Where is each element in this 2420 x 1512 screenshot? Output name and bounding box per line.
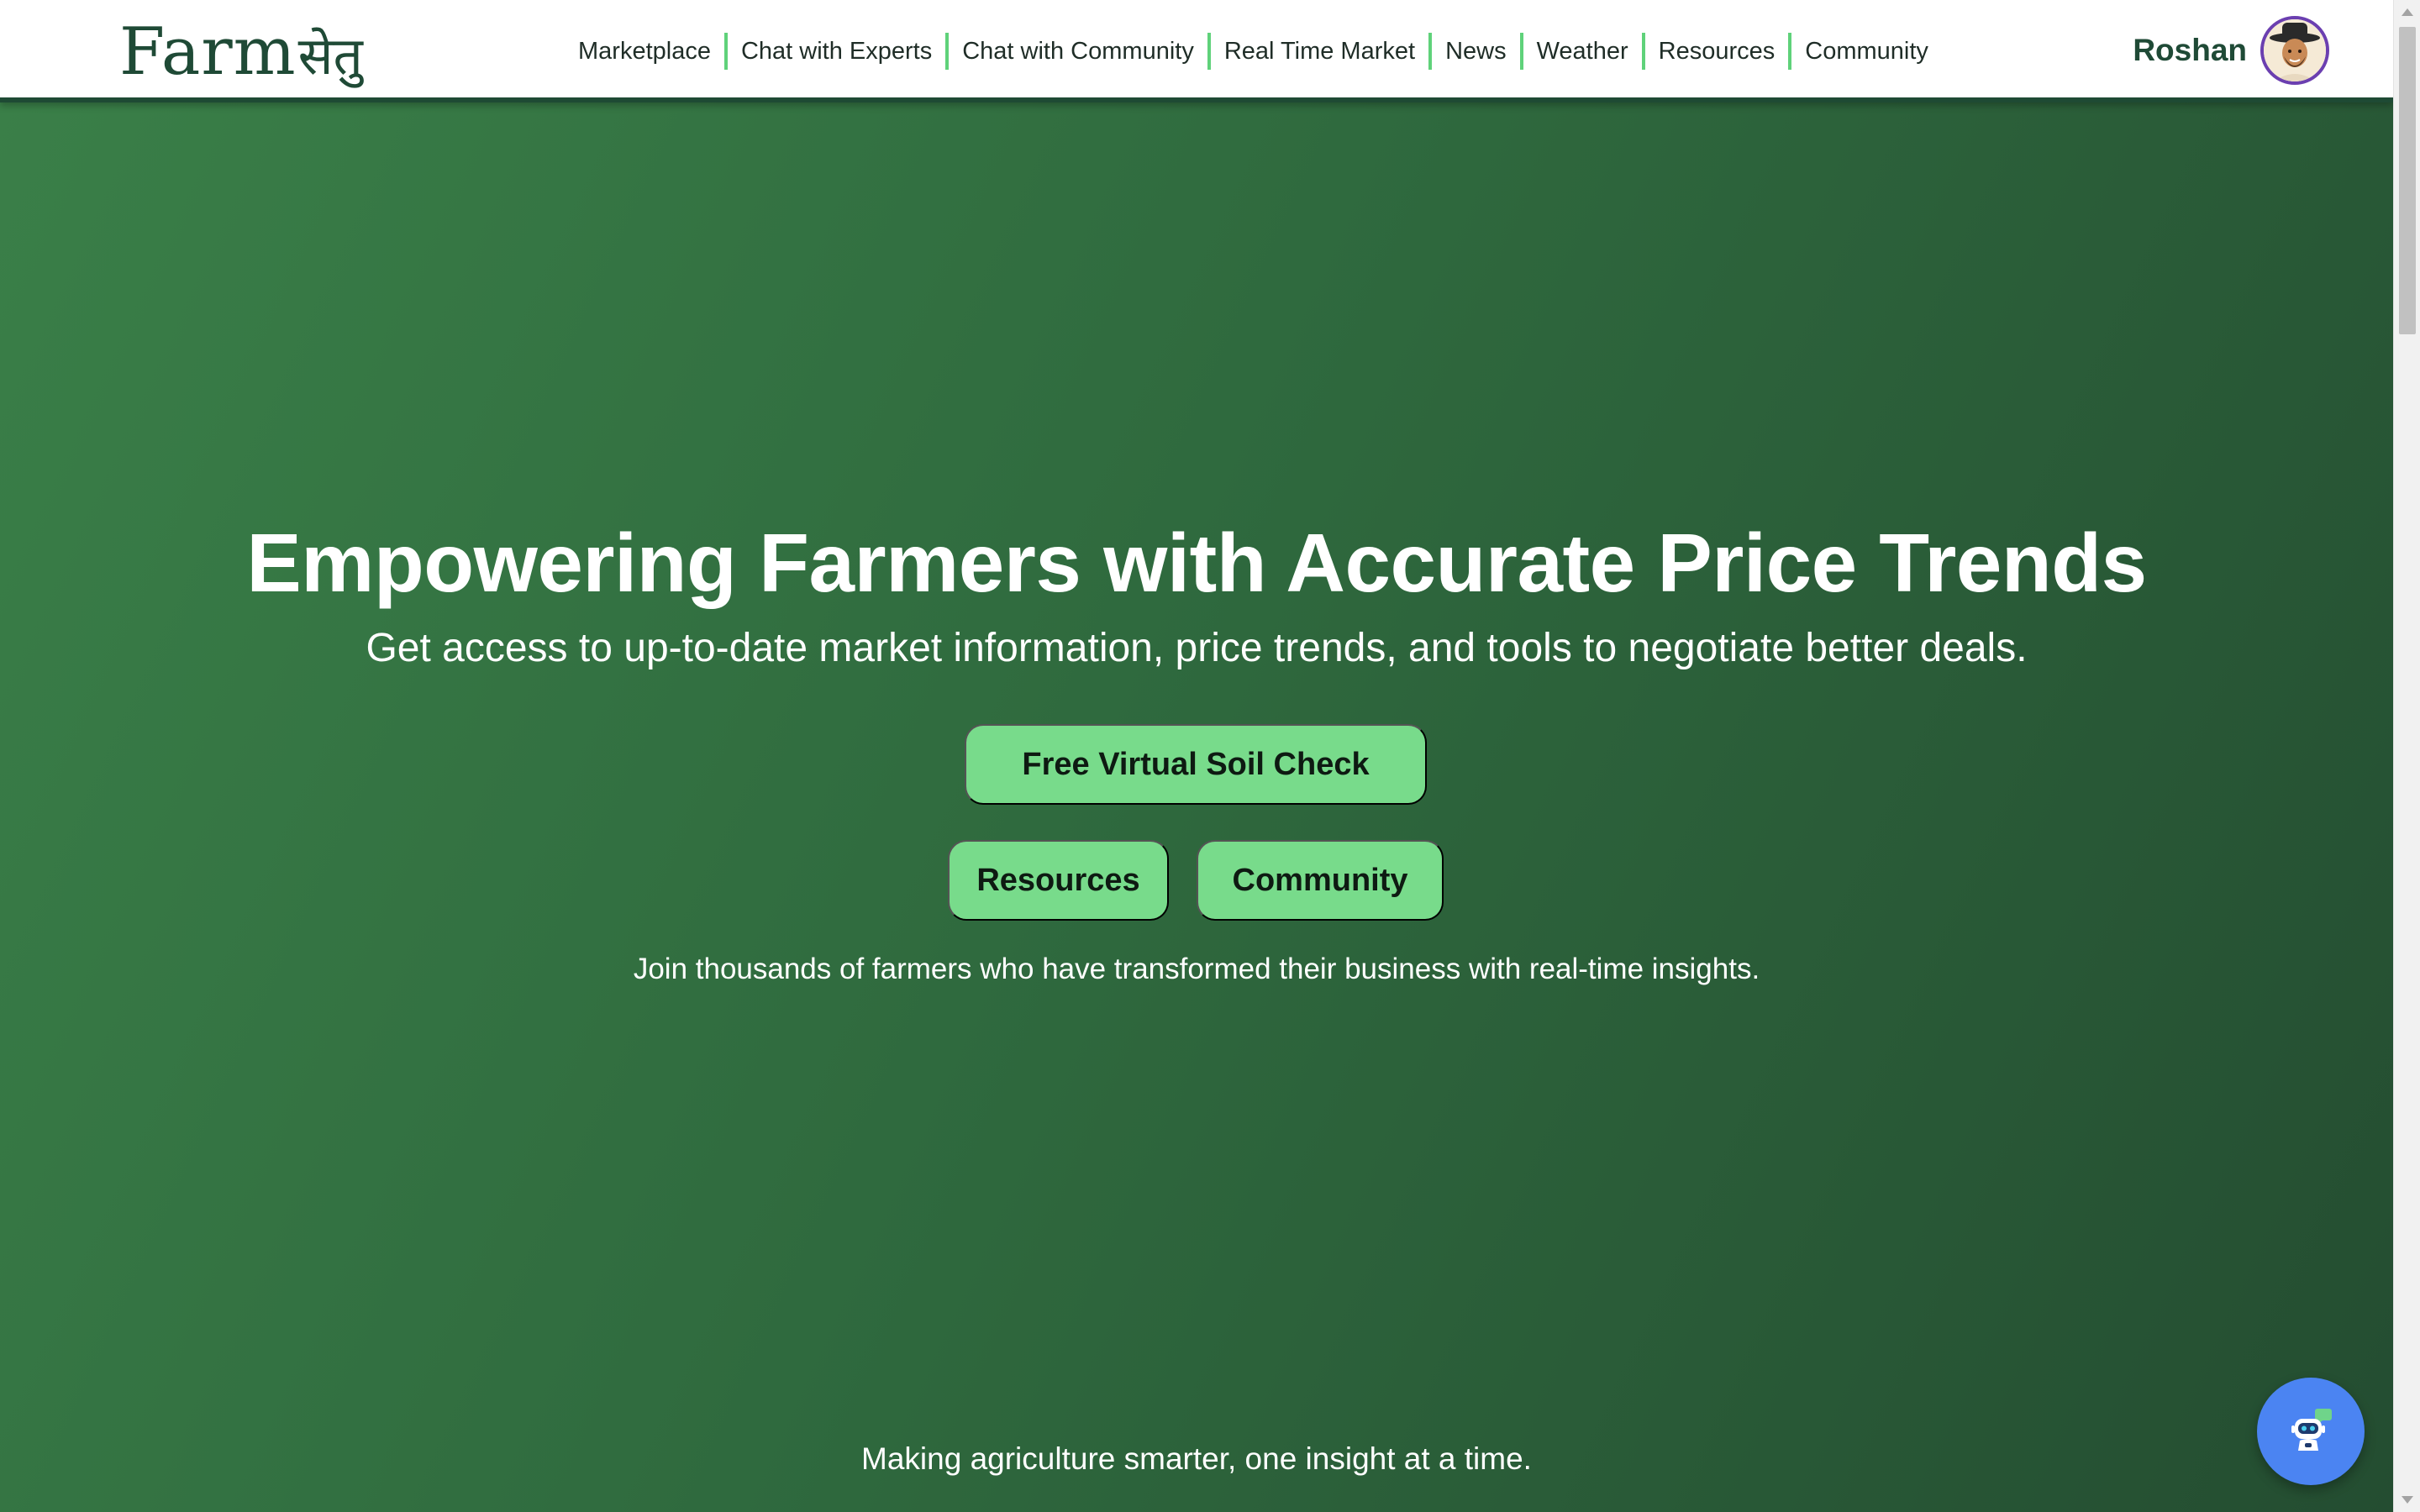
nav-real-time-market[interactable]: Real Time Market	[1211, 33, 1428, 70]
nav-resources[interactable]: Resources	[1645, 33, 1789, 70]
nav-news[interactable]: News	[1432, 33, 1520, 70]
user-menu[interactable]: Roshan	[2133, 16, 2329, 85]
nav-marketplace[interactable]: Marketplace	[565, 33, 724, 70]
scrollbar-thumb[interactable]	[2399, 27, 2416, 334]
logo-latin-text: Farm	[119, 14, 297, 90]
farmsetu-logo[interactable]: Farm सेतु	[119, 12, 363, 92]
chatbot-button[interactable]	[2257, 1378, 2365, 1485]
hero-title: Empowering Farmers with Accurate Price T…	[246, 517, 2147, 609]
hero-join-text: Join thousands of farmers who have trans…	[633, 953, 1760, 985]
scroll-up-arrow-icon[interactable]	[2402, 8, 2413, 16]
nav-chat-with-community[interactable]: Chat with Community	[949, 33, 1207, 70]
user-name[interactable]: Roshan	[2133, 33, 2247, 68]
free-virtual-soil-check-button[interactable]: Free Virtual Soil Check	[965, 724, 1427, 805]
hero-subtitle: Get access to up-to-date market informat…	[366, 626, 2028, 670]
scroll-down-arrow-icon[interactable]	[2402, 1496, 2413, 1504]
nav-weather[interactable]: Weather	[1523, 33, 1642, 70]
page-scrollbar[interactable]	[2393, 0, 2420, 1512]
main-nav: Marketplace Chat with Experts Chat with …	[565, 0, 1942, 102]
site-header: Farm सेतु Marketplace Chat with Experts …	[0, 0, 2393, 102]
hero-section: Empowering Farmers with Accurate Price T…	[0, 102, 2393, 1512]
user-avatar-icon[interactable]	[2260, 16, 2329, 85]
nav-community[interactable]: Community	[1791, 33, 1942, 70]
hero-tagline: Making agriculture smarter, one insight …	[861, 1441, 1532, 1476]
nav-chat-with-experts[interactable]: Chat with Experts	[728, 33, 945, 70]
community-button[interactable]: Community	[1197, 840, 1444, 921]
chatbot-icon	[2291, 1409, 2332, 1451]
logo-devanagari-text: सेतु	[297, 25, 363, 87]
resources-button[interactable]: Resources	[948, 840, 1169, 921]
